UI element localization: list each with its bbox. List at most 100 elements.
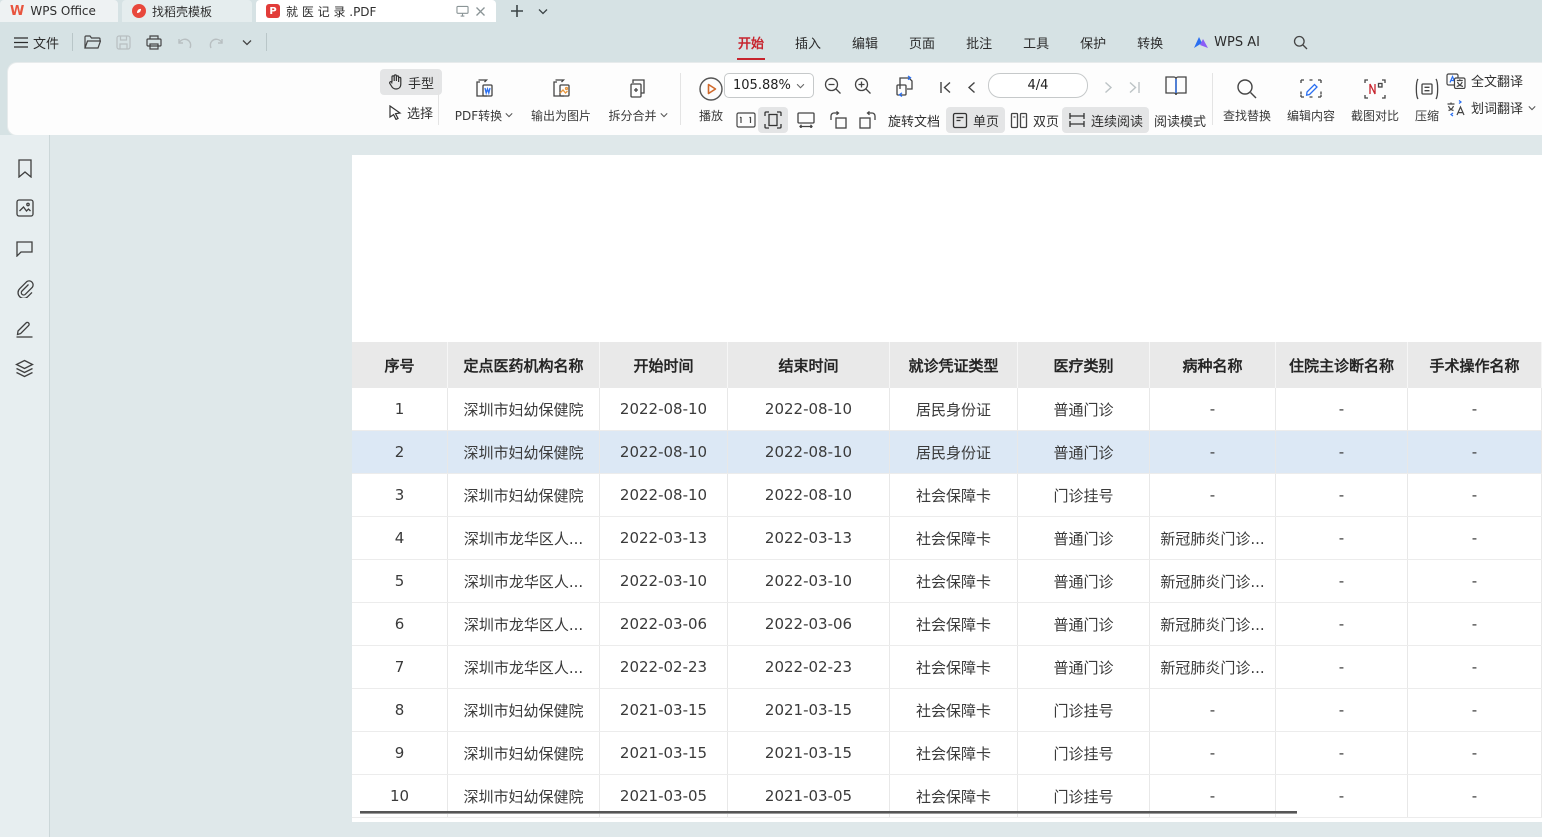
undo-icon[interactable] [173, 30, 197, 54]
fit-width-button[interactable] [790, 107, 822, 133]
rotate-left-button[interactable] [822, 107, 854, 133]
continuous-read-button[interactable]: 连续阅读 [1062, 107, 1149, 133]
previous-page-icon[interactable] [959, 74, 983, 100]
select-tool-button[interactable]: 选择 [380, 99, 442, 125]
next-page-icon[interactable] [1096, 74, 1120, 100]
table-cell: 8 [352, 689, 448, 731]
screenshot-compare-icon [1363, 75, 1387, 103]
zoom-level-select[interactable]: 105.88% [724, 73, 814, 98]
menu-protect[interactable]: 保护 [1079, 29, 1107, 56]
open-file-icon[interactable] [80, 30, 104, 54]
menu-search-icon[interactable] [1289, 30, 1313, 54]
pdf-convert-button[interactable]: PDF转换 [446, 68, 522, 130]
compress-button[interactable]: 压缩 [1406, 68, 1448, 130]
table-row: 4深圳市龙华区人...2022-03-132022-03-13社会保障卡普通门诊… [352, 517, 1542, 560]
divider [438, 73, 439, 125]
thumbnail-icon[interactable] [14, 197, 36, 219]
tab-docer-templates[interactable]: 找稻壳模板 [122, 0, 252, 22]
file-menu-button[interactable]: 文件 [8, 29, 65, 56]
menu-insert[interactable]: 插入 [794, 29, 822, 56]
table-row: 1深圳市妇幼保健院2022-08-102022-08-10居民身份证普通门诊--… [352, 388, 1542, 431]
table-cell: - [1408, 388, 1542, 430]
pdf-convert-label: PDF转换 [455, 107, 502, 124]
single-page-button[interactable]: 单页 [946, 107, 1005, 133]
first-page-icon[interactable] [933, 74, 957, 100]
monitor-icon[interactable] [456, 5, 469, 17]
table-cell: - [1408, 646, 1542, 688]
comment-icon[interactable] [14, 237, 36, 259]
menu-tools[interactable]: 工具 [1022, 29, 1050, 56]
table-cell: 深圳市妇幼保健院 [448, 474, 600, 516]
table-cell: 普通门诊 [1018, 560, 1150, 602]
screenshot-compare-button[interactable]: 截图对比 [1344, 68, 1406, 130]
table-cell: 2022-02-23 [600, 646, 728, 688]
screenshot-compare-label: 截图对比 [1351, 107, 1399, 124]
table-cell: - [1408, 603, 1542, 645]
word-translate-button[interactable]: 划词翻译 [1446, 98, 1536, 117]
pdf-logo-icon: P [266, 4, 280, 18]
table-cell: 2022-08-10 [728, 388, 890, 430]
signature-icon[interactable] [14, 317, 36, 339]
menu-convert[interactable]: 转换 [1136, 29, 1164, 56]
table-cell: - [1276, 388, 1408, 430]
tab-document-pdf[interactable]: P 就 医 记 录 .PDF [256, 0, 496, 22]
table-row: 6深圳市龙华区人...2022-03-062022-03-06社会保障卡普通门诊… [352, 603, 1542, 646]
quick-toolbar-chevron-icon[interactable] [235, 30, 259, 54]
edit-content-button[interactable]: 编辑内容 [1280, 68, 1342, 130]
read-mode-button[interactable]: 阅读模式 [1148, 107, 1212, 133]
table-cell: 2021-03-15 [728, 689, 890, 731]
attachment-icon[interactable] [14, 277, 36, 299]
rotate-document-label: 旋转文档 [888, 111, 940, 130]
wps-ai-label: WPS AI [1214, 35, 1260, 50]
table-cell: 3 [352, 474, 448, 516]
table-cell: - [1276, 517, 1408, 559]
close-tab-icon[interactable] [475, 6, 486, 17]
zoom-out-icon[interactable] [820, 73, 846, 99]
last-page-icon[interactable] [1122, 74, 1146, 100]
export-as-image-button[interactable]: 输出为图片 [522, 68, 600, 130]
zoom-level-value: 105.88% [733, 78, 791, 93]
replace-pages-icon[interactable] [890, 71, 920, 101]
wps-ai-button[interactable]: WPS AI [1193, 35, 1260, 50]
full-translate-button[interactable]: 全文翻译 [1446, 71, 1536, 90]
split-merge-button[interactable]: 拆分合并 [600, 68, 676, 130]
print-icon[interactable] [142, 30, 166, 54]
table-cell: 2022-08-10 [728, 474, 890, 516]
menu-items: 开始 插入 编辑 页面 批注 工具 保护 转换 WPS AI [737, 22, 1313, 62]
tab-wps-home[interactable]: W WPS Office [0, 0, 118, 22]
rotate-right-button[interactable] [852, 107, 884, 133]
new-tab-icon[interactable] [510, 4, 524, 18]
zoom-in-icon[interactable] [850, 73, 876, 99]
menu-comment[interactable]: 批注 [965, 29, 993, 56]
table-cell: 社会保障卡 [890, 603, 1018, 645]
cursor-icon [388, 105, 402, 120]
menu-home[interactable]: 开始 [737, 29, 765, 56]
redo-icon[interactable] [204, 30, 228, 54]
table-header-cell: 序号 [352, 342, 448, 388]
read-mode-icon[interactable] [1160, 71, 1192, 101]
page-number-input[interactable] [988, 73, 1088, 98]
wps-ai-logo-icon [1193, 36, 1209, 49]
tab-list-chevron-icon[interactable] [538, 8, 548, 15]
layers-icon[interactable] [14, 357, 36, 379]
hand-tool-label: 手型 [408, 73, 434, 92]
find-replace-label: 查找替换 [1223, 107, 1271, 124]
table-cell: - [1408, 517, 1542, 559]
table-header-cell: 手术操作名称 [1408, 342, 1542, 388]
table-cell: - [1408, 732, 1542, 774]
hand-tool-button[interactable]: 手型 [380, 69, 442, 95]
docer-logo-icon [132, 4, 146, 18]
fit-page-button[interactable] [758, 107, 788, 133]
bookmark-icon[interactable] [14, 157, 36, 179]
divider [266, 33, 267, 51]
table-cell: 深圳市妇幼保健院 [448, 388, 600, 430]
table-cell: 新冠肺炎门诊... [1150, 603, 1276, 645]
tab-label: 就 医 记 录 .PDF [286, 3, 376, 20]
save-icon[interactable] [111, 30, 135, 54]
rotate-document-button[interactable]: 旋转文档 [882, 107, 946, 133]
find-replace-button[interactable]: 查找替换 [1216, 68, 1278, 130]
table-header-cell: 病种名称 [1150, 342, 1276, 388]
menu-edit[interactable]: 编辑 [851, 29, 879, 56]
menu-page[interactable]: 页面 [908, 29, 936, 56]
table-row: 3深圳市妇幼保健院2022-08-102022-08-10社会保障卡门诊挂号--… [352, 474, 1542, 517]
